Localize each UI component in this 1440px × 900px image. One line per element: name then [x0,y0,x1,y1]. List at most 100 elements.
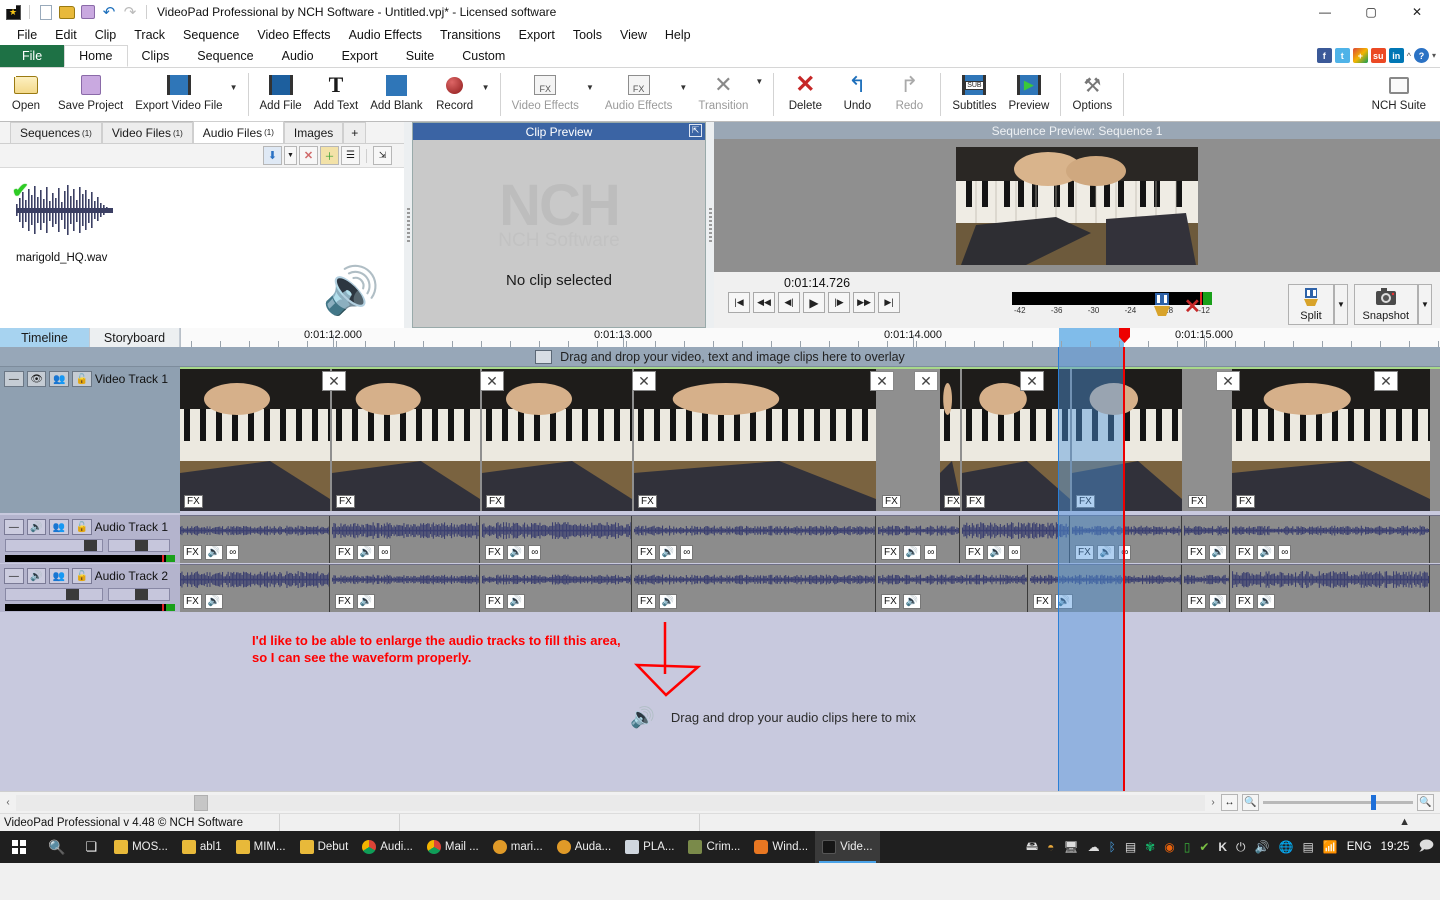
remove-x-icon[interactable]: ✕ [299,146,318,165]
lock-icon[interactable]: 🔓 [71,568,92,584]
clip-fx-badge[interactable]: FX [486,495,505,508]
clip-fx-badge[interactable]: FX [881,545,900,560]
close-button[interactable]: ✕ [1394,0,1440,24]
clip-volume-icon[interactable]: 🔊 [902,545,922,560]
taskbar-item-9[interactable]: Crim... [681,831,747,863]
overlay-drop-hint[interactable]: Drag and drop your video, text and image… [0,347,1440,367]
audio-clip[interactable]: FX 🔊 [180,565,330,612]
speaker-icon[interactable]: 🔊 [26,568,47,584]
group-icon[interactable]: 👥 [49,371,70,387]
add-down-icon[interactable]: ⬇ [263,146,282,165]
new-folder-icon[interactable]: ＋ [320,146,339,165]
menu-export[interactable]: Export [510,26,564,44]
bin-tab-sequences[interactable]: Sequences (1) [10,122,102,143]
transition-marker[interactable]: ✕ [914,371,938,391]
add-file-button[interactable]: Add File [254,68,308,121]
video-effects-dropdown-caret[interactable]: ▼ [585,83,599,106]
clip-fx-badge[interactable]: FX [336,495,355,508]
clip-preview-body[interactable]: NCH NCH Software No clip selected [413,140,705,327]
chevron-down-icon[interactable]: ▾ [1432,51,1436,60]
help-icon[interactable]: ? [1413,48,1429,63]
clip-fx-badge[interactable]: FX [637,545,656,560]
video-track-content[interactable]: FX FX FX FX FX FX FX FX FX FX ✕ ✕ ✕ ✕ ✕ ✕ ✕ ✕ [180,367,1440,513]
transition-marker[interactable]: ✕ [1216,371,1240,391]
skip-end-icon[interactable]: ▶| [878,292,900,313]
clip-fx-badge[interactable]: FX [1033,594,1052,609]
menu-edit[interactable]: Edit [46,26,86,44]
clip-link-icon[interactable]: ∞ [680,545,694,560]
clip-fx-badge[interactable]: FX [638,495,657,508]
clip-fx-badge[interactable]: FX [1188,495,1207,508]
linkedin-icon[interactable]: in [1388,48,1404,63]
undo-button[interactable]: ↰ Undo [831,68,883,121]
export-dropdown-caret[interactable]: ▼ [229,83,243,106]
clip-fx-badge[interactable]: FX [183,594,202,609]
usb-icon[interactable]: 🖴 [1026,837,1038,858]
volume-slider[interactable] [5,588,103,601]
scroll-thumb[interactable] [194,794,208,811]
delete-button[interactable]: ✕ Delete [779,68,831,121]
audio-clip[interactable]: FX🔊∞ [878,516,960,563]
taskbar-item-2[interactable]: MIM... [229,831,293,863]
transition-marker[interactable]: ✕ [870,371,894,391]
video-clip[interactable]: FX [1232,369,1430,511]
clip-fx-badge[interactable]: FX [183,545,202,560]
audio-clip[interactable]: FX 🔊 [1184,565,1230,612]
google-plus-icon[interactable]: + [1352,48,1368,63]
clip-volume-icon[interactable]: 🔊 [658,545,678,560]
clip-fx-badge[interactable]: FX [1187,545,1206,560]
menu-video-effects[interactable]: Video Effects [248,26,339,44]
menu-help[interactable]: Help [656,26,700,44]
open-folder-icon[interactable] [58,3,76,21]
split-button[interactable]: Split [1288,284,1334,325]
audio-clip[interactable]: FX🔊∞ [1232,516,1430,563]
detach-icon[interactable]: ⇲ [373,146,392,165]
notifications-icon[interactable]: 🗩 [1418,835,1434,859]
bin-tab-add[interactable]: + [343,122,367,143]
scroll-left-icon[interactable]: ‹ [0,797,16,808]
clip-fx-badge[interactable]: FX [485,545,504,560]
tab-timeline[interactable]: Timeline [0,328,90,347]
audio-clip[interactable]: FX🔊∞ [962,516,1070,563]
record-dropdown-caret[interactable]: ▼ [481,83,495,106]
lock-icon[interactable]: 🔓 [72,371,92,387]
timeline-ruler[interactable]: 0:01:12.0000:01:13.0000:01:14.0000:01:15… [180,328,1440,347]
list-view-icon[interactable]: ☰ [341,146,360,165]
collapse-icon[interactable]: — [4,568,24,584]
stumbleupon-icon[interactable]: su [1370,48,1386,63]
sequence-preview-body[interactable] [714,139,1440,272]
clip-volume-icon[interactable]: 🔊 [1256,594,1276,609]
record-button[interactable]: Record [429,68,481,121]
clip-fx-badge[interactable]: FX [1075,545,1094,560]
clip-fx-badge[interactable]: FX [184,495,203,508]
wifi-icon[interactable]: 📶 [1323,840,1338,854]
clip-volume-icon[interactable]: 🔊 [506,594,526,609]
tab-file[interactable]: File [0,45,65,67]
pan-slider[interactable] [108,539,170,552]
panel-splitter[interactable] [404,122,412,328]
group-icon[interactable]: 👥 [49,568,69,584]
onedrive-icon[interactable]: ☁ [1088,840,1100,854]
tab-custom[interactable]: Custom [448,45,519,67]
zoom-out-icon[interactable]: 🔍 [1242,794,1259,811]
menu-track[interactable]: Track [125,26,174,44]
menu-transitions[interactable]: Transitions [431,26,510,44]
save-project-button[interactable]: Save Project [52,68,129,121]
clip-link-icon[interactable]: ∞ [1278,545,1292,560]
taskbar-item-4[interactable]: Audi... [355,831,420,863]
audio-clip[interactable]: FX🔊∞ [180,516,330,563]
video-effects-button[interactable]: FX Video Effects [506,68,585,121]
clamp-icon[interactable] [1151,292,1173,318]
clip-link-icon[interactable]: ∞ [528,545,542,560]
audio-effects-button[interactable]: FX Audio Effects [599,68,679,121]
clip-fx-badge[interactable]: FX [1236,495,1255,508]
status-up-arrow[interactable]: ▲ [1399,816,1410,828]
facebook-icon[interactable]: f [1316,48,1332,63]
audio-clip[interactable]: FX🔊∞ [1184,516,1230,563]
video-clip[interactable]: FX [332,369,480,511]
panel-splitter-2[interactable] [706,122,714,328]
audio-effects-dropdown-caret[interactable]: ▼ [678,83,692,106]
k-icon[interactable]: K [1218,840,1227,854]
taskbar-language[interactable]: ENG [1347,841,1372,853]
add-text-button[interactable]: T Add Text [308,68,365,121]
